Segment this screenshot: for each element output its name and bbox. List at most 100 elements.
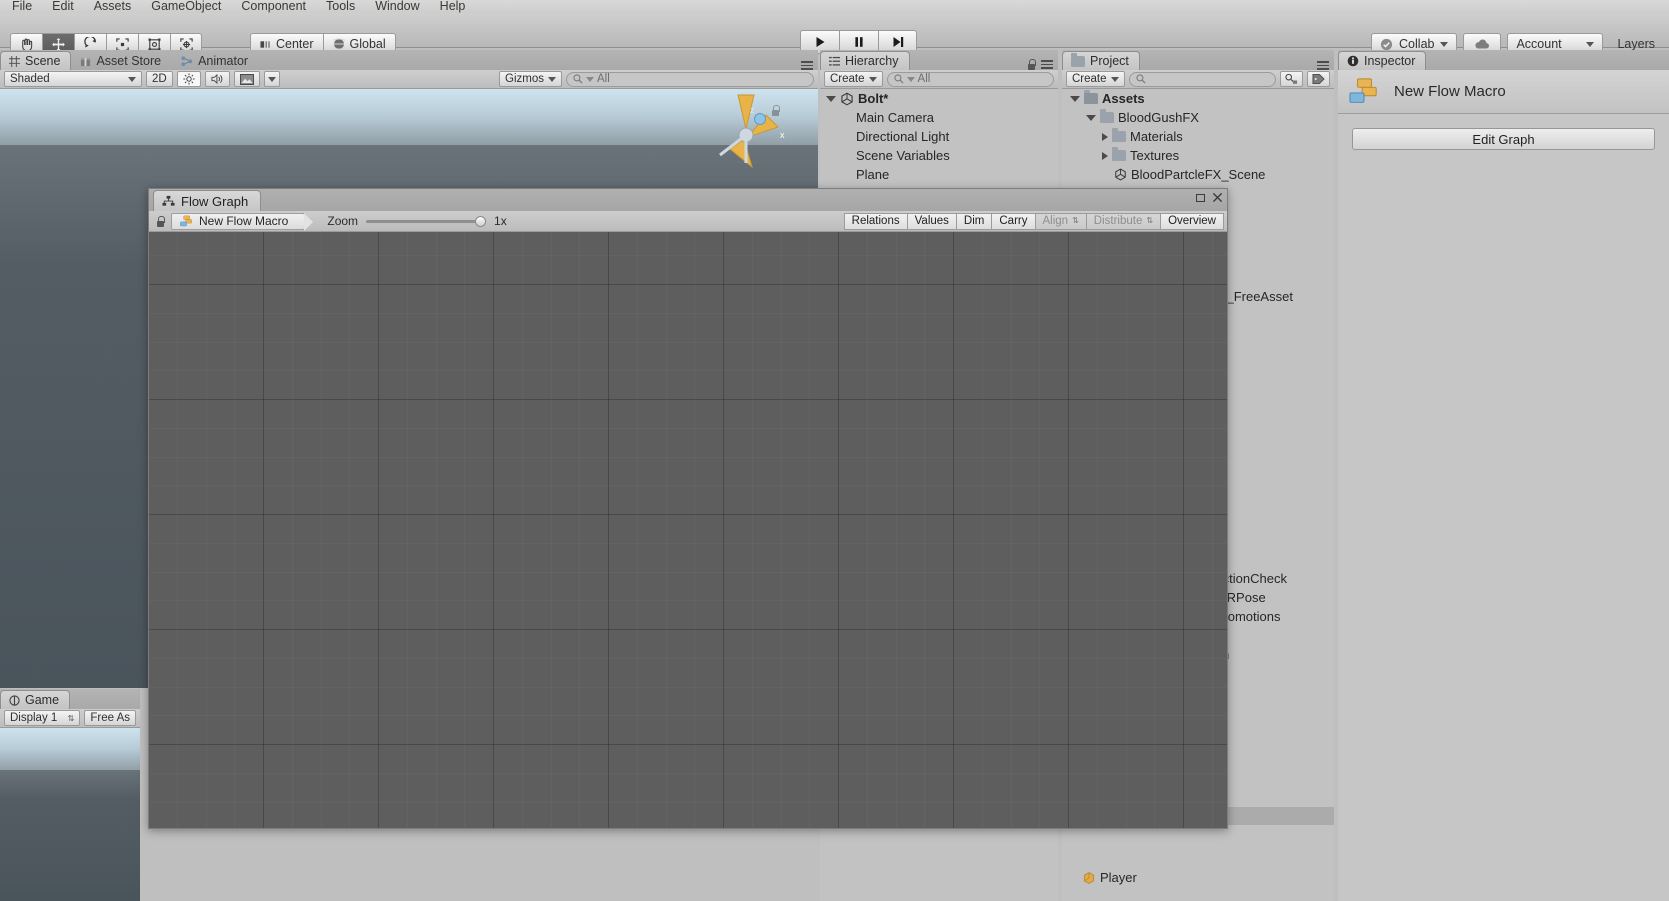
chevron-down-icon[interactable] bbox=[1070, 95, 1080, 102]
menu-item-window[interactable]: Window bbox=[365, 0, 429, 13]
distribute-dropdown-button[interactable]: Distribute ⇅ bbox=[1085, 212, 1161, 230]
values-label: Values bbox=[914, 215, 949, 227]
2d-toggle-button[interactable]: 2D bbox=[146, 71, 173, 87]
project-item-textures[interactable]: Textures bbox=[1062, 146, 1334, 165]
filter-type-icon bbox=[1285, 73, 1298, 84]
scene-lock-icon[interactable] bbox=[771, 105, 780, 119]
hierarchy-item-scene-variables[interactable]: Scene Variables bbox=[820, 146, 1058, 165]
menu-item-edit[interactable]: Edit bbox=[42, 0, 84, 13]
project-filter-type-button[interactable] bbox=[1280, 71, 1303, 87]
project-item-label: Player bbox=[1100, 870, 1137, 885]
project-item-label: Assets bbox=[1102, 91, 1145, 106]
fx-toggle-button[interactable] bbox=[233, 71, 260, 87]
edit-graph-button[interactable]: Edit Graph bbox=[1352, 128, 1655, 150]
pivot-mode-label: Center bbox=[276, 37, 314, 51]
hierarchy-search-input[interactable]: All bbox=[886, 71, 1054, 87]
hierarchy-item-label: Main Camera bbox=[856, 110, 935, 125]
tab-inspector[interactable]: Inspector bbox=[1338, 51, 1427, 70]
close-icon[interactable] bbox=[1212, 192, 1223, 203]
menu-item-file[interactable]: File bbox=[2, 0, 42, 13]
image-icon bbox=[239, 73, 254, 85]
shading-mode-dropdown[interactable]: Shaded bbox=[4, 71, 142, 87]
hierarchy-options-icon[interactable] bbox=[1041, 60, 1053, 69]
hierarchy-item-bolt[interactable]: Bolt* bbox=[820, 89, 1058, 108]
tab-asset-store-label: Asset Store bbox=[96, 54, 162, 68]
align-dropdown-button[interactable]: Align ⇅ bbox=[1034, 212, 1086, 230]
fx-dropdown-button[interactable] bbox=[263, 71, 280, 87]
zoom-slider[interactable] bbox=[366, 214, 487, 228]
game-sky bbox=[0, 728, 140, 772]
menu-item-assets[interactable]: Assets bbox=[84, 0, 142, 13]
prefab-icon bbox=[1083, 871, 1095, 884]
info-icon bbox=[1347, 55, 1359, 67]
chevron-down-icon bbox=[267, 76, 276, 82]
flow-graph-lock-icon[interactable] bbox=[156, 215, 165, 227]
flow-graph-tabbar: Flow Graph bbox=[149, 189, 1227, 211]
gizmos-dropdown[interactable]: Gizmos bbox=[499, 71, 562, 87]
chevron-right-icon[interactable] bbox=[1102, 132, 1108, 141]
display-dropdown[interactable]: Display 1 ⇅ bbox=[4, 710, 81, 726]
overview-button[interactable]: Overview bbox=[1160, 212, 1224, 230]
values-toggle-button[interactable]: Values bbox=[906, 212, 956, 230]
audio-toggle-button[interactable] bbox=[204, 71, 230, 87]
chevron-right-icon[interactable] bbox=[1102, 151, 1108, 160]
menu-item-component[interactable]: Component bbox=[231, 0, 316, 13]
project-item-assets[interactable]: Assets bbox=[1062, 89, 1334, 108]
tab-game[interactable]: Game bbox=[0, 690, 71, 709]
hierarchy-item-main-camera[interactable]: Main Camera bbox=[820, 108, 1058, 127]
menu-item-gameobject[interactable]: GameObject bbox=[141, 0, 231, 13]
game-viewport[interactable] bbox=[0, 728, 140, 901]
project-search-input[interactable] bbox=[1128, 71, 1276, 87]
tab-asset-store[interactable]: Asset Store bbox=[71, 51, 172, 70]
chevron-down-icon[interactable] bbox=[1086, 114, 1096, 121]
tab-animator[interactable]: Animator bbox=[172, 51, 259, 70]
hierarchy-item-plane[interactable]: Plane bbox=[820, 165, 1058, 184]
hierarchy-subbar: Create All bbox=[820, 70, 1058, 89]
project-item-materials[interactable]: Materials bbox=[1062, 127, 1334, 146]
project-filter-label-button[interactable] bbox=[1307, 71, 1330, 87]
unity-scene-icon bbox=[1115, 168, 1126, 181]
aspect-dropdown[interactable]: Free As bbox=[84, 710, 136, 726]
project-item-player[interactable]: Player bbox=[1082, 868, 1137, 887]
hierarchy-item-directional-light[interactable]: Directional Light bbox=[820, 127, 1058, 146]
unity-scene-icon bbox=[841, 92, 853, 105]
carry-toggle-button[interactable]: Carry bbox=[991, 212, 1035, 230]
menu-item-help[interactable]: Help bbox=[430, 0, 476, 13]
project-create-button[interactable]: Create bbox=[1066, 71, 1125, 87]
carry-label: Carry bbox=[999, 215, 1028, 227]
game-icon bbox=[9, 694, 20, 706]
scene-view-gizmo[interactable]: z x bbox=[706, 93, 798, 181]
lighting-toggle-button[interactable] bbox=[176, 71, 201, 87]
menu-item-tools[interactable]: Tools bbox=[316, 0, 365, 13]
chevron-down-icon[interactable] bbox=[826, 95, 836, 102]
zoom-slider-handle[interactable] bbox=[475, 215, 487, 227]
inspector-content: Edit Graph bbox=[1338, 114, 1669, 150]
2d-toggle-label: 2D bbox=[152, 73, 167, 85]
center-icon bbox=[260, 40, 270, 48]
project-options-icon[interactable] bbox=[1317, 61, 1329, 70]
relations-toggle-button[interactable]: Relations bbox=[843, 212, 907, 230]
dim-toggle-button[interactable]: Dim bbox=[955, 212, 992, 230]
flow-graph-breadcrumb[interactable]: New Flow Macro bbox=[171, 212, 314, 231]
tab-project[interactable]: Project bbox=[1062, 51, 1140, 70]
tab-hierarchy[interactable]: Hierarchy bbox=[820, 51, 910, 70]
search-filter-caret-icon bbox=[906, 76, 915, 82]
hierarchy-item-label: Bolt* bbox=[858, 91, 889, 106]
tab-scene[interactable]: Scene bbox=[0, 51, 72, 70]
project-item-bloodparticlefx-scene[interactable]: BloodPartcleFX_Scene bbox=[1062, 165, 1334, 184]
maximize-icon[interactable] bbox=[1196, 193, 1205, 202]
hierarchy-lock-icon[interactable] bbox=[1027, 59, 1036, 70]
shading-mode-label: Shaded bbox=[10, 73, 50, 85]
chevron-down-icon bbox=[1440, 41, 1449, 47]
flow-graph-icon bbox=[162, 195, 175, 206]
tab-flow-graph[interactable]: Flow Graph bbox=[153, 190, 262, 211]
folder-icon bbox=[1112, 128, 1126, 142]
scene-search-input[interactable]: All bbox=[566, 71, 814, 87]
collab-label: Collab bbox=[1399, 37, 1435, 51]
flow-graph-window[interactable]: Flow Graph New Flow Macro Zoom 1x Relati… bbox=[148, 188, 1228, 829]
flow-graph-canvas[interactable] bbox=[149, 232, 1227, 828]
hierarchy-create-button[interactable]: Create bbox=[824, 71, 883, 87]
scene-options-icon[interactable] bbox=[801, 61, 813, 70]
project-item-bloodgushfx[interactable]: BloodGushFX bbox=[1062, 108, 1334, 127]
updown-icon: ⇅ bbox=[1072, 216, 1079, 225]
